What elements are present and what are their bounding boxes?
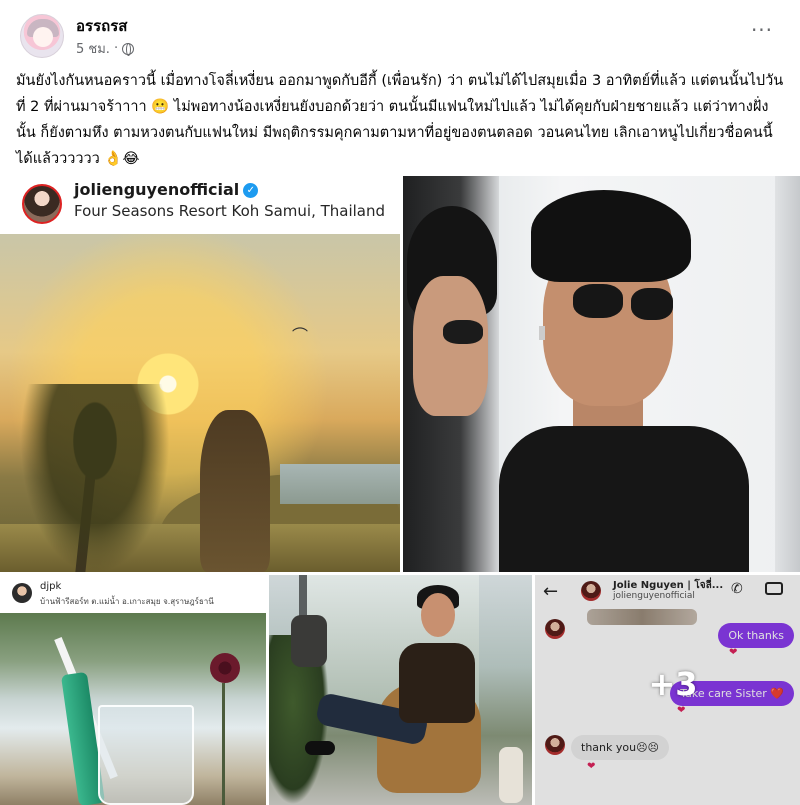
ig-avatar — [22, 184, 62, 224]
sunset-photo: ⌒ — [0, 234, 400, 572]
photo-sunset[interactable]: jolienguyenofficial ✓ Four Seasons Resort… — [0, 176, 400, 572]
mirror-reflection — [403, 176, 499, 572]
ig-username-text: jolienguyenofficial — [74, 180, 240, 199]
photo-grid: jolienguyenofficial ✓ Four Seasons Resort… — [0, 176, 800, 805]
sunglasses-left-lens — [573, 284, 623, 318]
ig-location: Four Seasons Resort Koh Samui, Thailand — [74, 202, 386, 220]
bottle — [499, 747, 523, 803]
woman-silhouette — [200, 410, 270, 572]
man-jacket — [499, 426, 749, 572]
man-shoe — [305, 741, 335, 755]
story-username: djpk — [40, 581, 62, 592]
photo-man-sunglasses[interactable] — [403, 176, 800, 572]
post-header: อรรถรส 5 ชม. · ··· — [16, 12, 784, 62]
ig-post-header: jolienguyenofficial ✓ Four Seasons Resort… — [0, 176, 400, 234]
story-avatar — [12, 583, 32, 603]
drinking-glass — [98, 705, 194, 805]
reflection-sunglasses — [443, 320, 483, 344]
story-location: บ้านฟ้ารีสอร์ท ต.แม่น้ำ อ.เกาะสมุย จ.สุร… — [40, 597, 214, 606]
ig-username: jolienguyenofficial ✓ — [74, 180, 259, 199]
story-header: djpk บ้านฟ้ารีสอร์ท ต.แม่น้ำ อ.เกาะสมุย … — [0, 575, 266, 613]
earring — [539, 326, 545, 340]
globe-icon — [122, 42, 135, 56]
post-text: มันยังไงกันหนอคราวนี้ เมื่อทางโจลี่เหงี่… — [16, 73, 784, 167]
photo-dm-screenshot[interactable]: ← Jolie Nguyen | โจลี่... jolienguyenoff… — [535, 575, 800, 805]
post-time[interactable]: 5 ชม. — [76, 38, 110, 59]
man-head — [421, 593, 455, 637]
sea-shape — [280, 464, 400, 504]
man-hair — [531, 190, 691, 282]
man-leather-jacket — [399, 643, 475, 723]
photo-man-chair[interactable] — [269, 575, 532, 805]
flower-stem — [222, 683, 225, 805]
background-stand — [775, 176, 800, 572]
author-name[interactable]: อรรถรส — [76, 14, 127, 38]
sunglasses-right-lens — [631, 288, 673, 320]
plant-pot — [291, 615, 327, 667]
more-photos-count[interactable]: +3 — [643, 665, 703, 703]
post-meta: 5 ชม. · — [76, 38, 135, 59]
photo-drink-table[interactable]: djpk บ้านฟ้ารีสอร์ท ต.แม่น้ำ อ.เกาะสมุย … — [0, 575, 266, 805]
avatar-face — [33, 27, 53, 47]
drink-photo — [0, 613, 266, 805]
palm-tree — [20, 384, 170, 572]
reflection-face — [413, 276, 488, 416]
author-avatar[interactable] — [20, 14, 64, 58]
more-options-button[interactable]: ··· — [744, 20, 780, 48]
verified-badge-icon: ✓ — [243, 183, 259, 198]
rose-flower — [210, 653, 240, 683]
meta-separator: · — [113, 41, 119, 56]
bird-icon: ⌒ — [292, 326, 309, 345]
